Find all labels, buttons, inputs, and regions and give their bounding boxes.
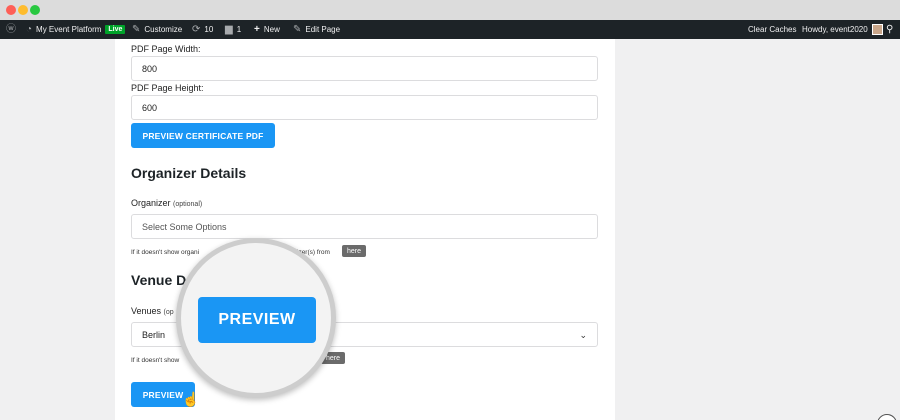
wp-admin-bar: ⓦ ◔ My Event Platform Live ✎ Customize ⟳… — [0, 20, 900, 39]
venue-help-text: If it doesn't show — [131, 357, 180, 364]
comments-link[interactable]: ▆ 1 — [225, 20, 241, 39]
clear-caches-link[interactable]: Clear Caches — [748, 20, 796, 39]
live-badge: Live — [105, 25, 126, 34]
chevron-down-icon: ⌄ — [579, 330, 587, 340]
customize-link[interactable]: ✎ Customize — [132, 20, 182, 39]
organizer-details-heading: Organizer Details — [131, 165, 247, 181]
pdf-width-label: PDF Page Width: — [131, 44, 201, 54]
dashboard-icon: ◔ — [26, 23, 33, 35]
updates-icon: ⟳ — [192, 23, 201, 35]
browser-titlebar — [0, 0, 900, 20]
pdf-height-input[interactable]: 600 — [131, 95, 598, 120]
organizer-label: Organizer (optional) — [131, 198, 203, 208]
minimize-window-button[interactable] — [18, 5, 28, 15]
close-window-button[interactable] — [6, 5, 16, 15]
updates-link[interactable]: ⟳ 10 — [192, 20, 213, 39]
organizer-here-link[interactable]: here — [342, 245, 367, 257]
edit-page-link[interactable]: ✎ Edit Page — [293, 20, 340, 39]
preview-certificate-pdf-button[interactable]: PREVIEW CERTIFICATE PDF — [131, 123, 275, 148]
magnifier-lens: PREVIEW — [176, 238, 336, 398]
pencil-icon: ✎ — [293, 23, 302, 35]
wordpress-logo-icon[interactable]: ⓦ — [6, 20, 20, 39]
site-name-link[interactable]: ◔ My Event Platform Live — [26, 20, 126, 39]
search-icon[interactable]: ⚲ — [886, 20, 897, 39]
brush-icon: ✎ — [132, 23, 141, 35]
avatar — [871, 24, 883, 35]
organizer-select[interactable]: Select Some Options — [131, 214, 598, 239]
venue-details-heading: Venue D — [131, 272, 187, 288]
magnified-preview-button: PREVIEW — [198, 297, 316, 343]
venues-label: Venues (op — [131, 306, 174, 316]
hand-cursor-icon: ☝ — [182, 391, 200, 407]
pdf-width-input[interactable]: 800 — [131, 56, 598, 81]
pdf-height-label: PDF Page Height: — [131, 83, 204, 93]
comment-icon: ▆ — [225, 23, 233, 35]
new-content-link[interactable]: + New — [254, 20, 280, 39]
plus-icon: + — [254, 23, 260, 35]
organizer-help-text: If it doesn't show organi — [131, 249, 200, 256]
help-circle-icon[interactable] — [877, 414, 897, 420]
account-menu[interactable]: Howdy, event2020 — [802, 20, 883, 39]
maximize-window-button[interactable] — [30, 5, 40, 15]
